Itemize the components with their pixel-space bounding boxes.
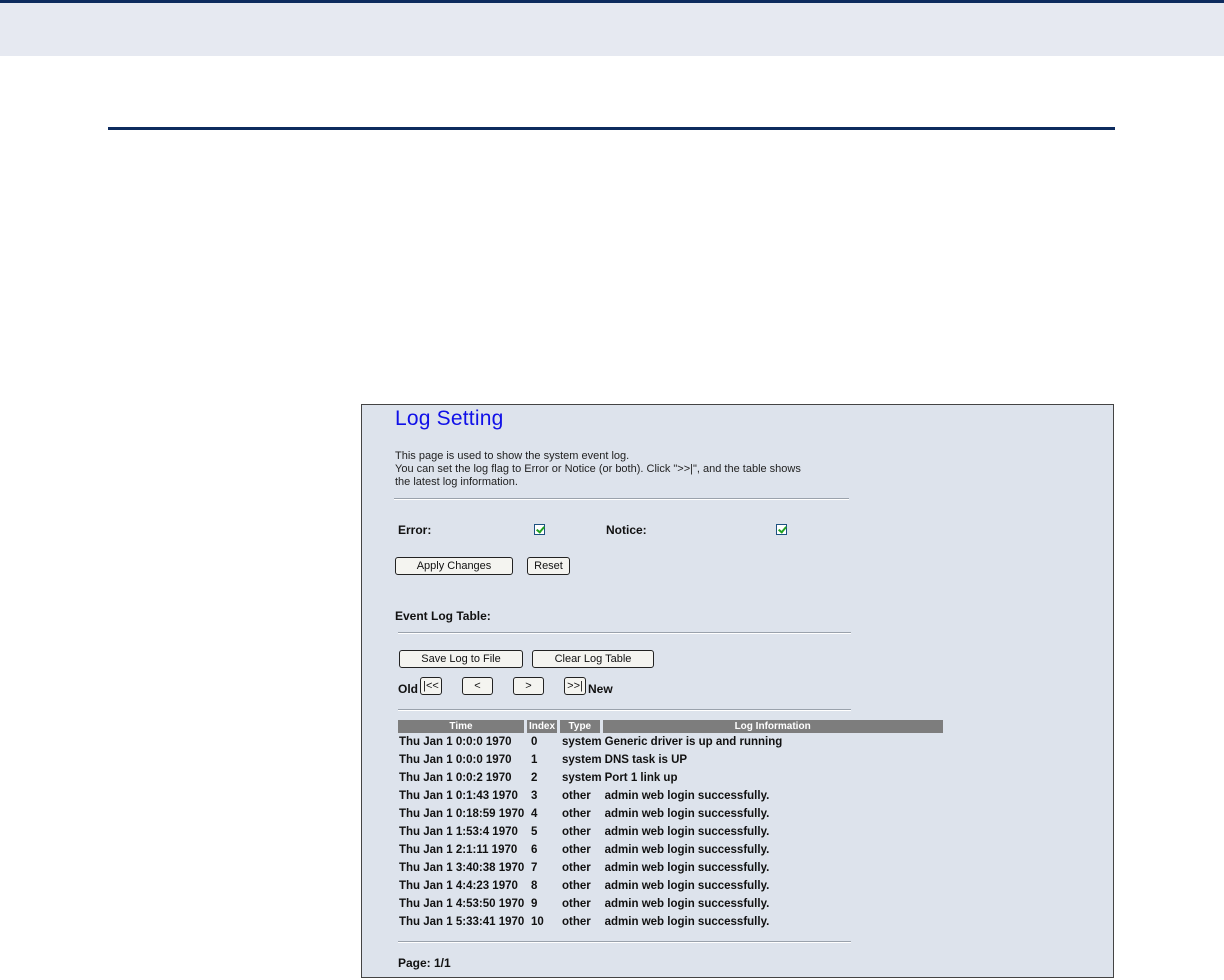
notice-label: Notice: xyxy=(606,523,647,537)
log-type: system xyxy=(562,772,602,784)
log-information: Port 1 link up xyxy=(604,772,678,784)
table-row: Thu Jan 1 2:1:11 1970 6 other admin web log… xyxy=(398,841,943,859)
table-row: Thu Jan 1 4:4:23 1970 8 other admin web log… xyxy=(398,877,943,895)
log-type: other xyxy=(562,790,591,802)
log-index: 8 xyxy=(531,880,538,892)
notice-checkbox[interactable] xyxy=(776,524,787,535)
page-indicator: Page: 1/1 xyxy=(398,956,451,970)
log-index: 9 xyxy=(531,898,538,910)
log-information: admin web login successfully. xyxy=(604,844,770,856)
log-type: other xyxy=(562,826,591,838)
table-row: Thu Jan 1 0:1:43 1970 3 other admin web log… xyxy=(398,787,943,805)
next-page-button[interactable]: > xyxy=(513,677,544,695)
document-divider xyxy=(108,127,1115,130)
log-time: Thu Jan 1 4:53:50 1970 xyxy=(399,898,525,910)
log-index: 4 xyxy=(531,808,538,820)
log-time: Thu Jan 1 2:1:11 1970 xyxy=(399,844,518,856)
log-time: Thu Jan 1 0:1:43 1970 xyxy=(399,790,518,802)
error-checkbox[interactable] xyxy=(534,524,545,535)
log-type: other xyxy=(562,916,591,928)
log-information: admin web login successfully. xyxy=(604,898,770,910)
previous-page-button[interactable]: < xyxy=(462,677,493,695)
log-type: other xyxy=(562,898,591,910)
column-header-log-information: Log Information xyxy=(602,720,943,733)
log-time: Thu Jan 1 3:40:38 1970 xyxy=(399,862,525,874)
table-row: Thu Jan 1 3:40:38 1970 7 other admin web lo… xyxy=(398,859,943,877)
first-page-button[interactable]: |<< xyxy=(420,677,442,695)
log-index: 6 xyxy=(531,844,538,856)
log-information: Generic driver is up and running xyxy=(604,736,783,748)
description-line: This page is used to show the system eve… xyxy=(395,450,630,462)
column-header-type: Type xyxy=(560,720,603,733)
log-information: admin web login successfully. xyxy=(604,880,770,892)
description-line: You can set the log flag to Error or Not… xyxy=(395,463,801,475)
log-time: Thu Jan 1 0:0:2 1970 xyxy=(399,772,512,784)
event-log-heading: Event Log Table: xyxy=(395,609,491,623)
log-type: other xyxy=(562,862,591,874)
log-index: 1 xyxy=(531,754,538,766)
log-time: Thu Jan 1 0:18:59 1970 xyxy=(399,808,525,820)
table-row: Thu Jan 1 0:0:0 1970 1 system DNS task is U… xyxy=(398,751,943,769)
table-header-row: Time Index Type Log Information xyxy=(398,720,943,733)
page-title: Log Setting xyxy=(395,407,504,430)
old-label: Old xyxy=(398,682,418,696)
table-row: Thu Jan 1 5:33:41 1970 10 other admin web l… xyxy=(398,913,943,931)
log-index: 7 xyxy=(531,862,538,874)
log-time: Thu Jan 1 0:0:0 1970 xyxy=(399,754,512,766)
divider xyxy=(394,498,849,500)
apply-changes-button[interactable]: Apply Changes xyxy=(395,557,513,575)
table-row: Thu Jan 1 4:53:50 1970 9 other admin web lo… xyxy=(398,895,943,913)
table-row: Thu Jan 1 0:18:59 1970 4 other admin web lo… xyxy=(398,805,943,823)
divider xyxy=(398,941,851,943)
log-type: other xyxy=(562,844,591,856)
new-label: New xyxy=(588,682,613,696)
log-time: Thu Jan 1 4:4:23 1970 xyxy=(399,880,518,892)
log-information: admin web login successfully. xyxy=(604,862,770,874)
log-setting-panel: Log Setting This page is used to show th… xyxy=(361,404,1114,978)
table-row: Thu Jan 1 0:0:0 1970 0 system Generic drive… xyxy=(398,733,943,751)
error-label: Error: xyxy=(398,523,432,537)
log-type: other xyxy=(562,880,591,892)
save-log-button[interactable]: Save Log to File xyxy=(399,650,523,668)
log-index: 2 xyxy=(531,772,538,784)
document-header-bar xyxy=(0,0,1224,56)
log-index: 3 xyxy=(531,790,538,802)
log-time: Thu Jan 1 0:0:0 1970 xyxy=(399,736,512,748)
log-time: Thu Jan 1 1:53:4 1970 xyxy=(399,826,518,838)
log-time: Thu Jan 1 5:33:41 1970 xyxy=(399,916,525,928)
log-information: DNS task is UP xyxy=(604,754,688,766)
log-information: admin web login successfully. xyxy=(604,916,770,928)
column-header-index: Index xyxy=(527,720,560,733)
log-information: admin web login successfully. xyxy=(604,790,770,802)
log-index: 10 xyxy=(531,916,544,928)
log-type: other xyxy=(562,808,591,820)
log-information: admin web login successfully. xyxy=(604,826,770,838)
log-information: admin web login successfully. xyxy=(604,808,770,820)
log-index: 5 xyxy=(531,826,538,838)
log-type: system xyxy=(562,736,602,748)
clear-log-button[interactable]: Clear Log Table xyxy=(532,650,654,668)
log-type: system xyxy=(562,754,602,766)
description-line: the latest log information. xyxy=(395,476,518,488)
column-header-time: Time xyxy=(398,720,527,733)
last-page-button[interactable]: >>| xyxy=(564,677,586,695)
table-row: Thu Jan 1 0:0:2 1970 2 system Port 1 link u… xyxy=(398,769,943,787)
divider xyxy=(398,709,851,711)
reset-button[interactable]: Reset xyxy=(527,557,570,575)
divider xyxy=(398,632,851,634)
page-description: This page is used to show the system eve… xyxy=(395,450,865,489)
event-log-table: Time Index Type Log Information Thu Jan … xyxy=(398,720,943,931)
table-row: Thu Jan 1 1:53:4 1970 5 other admin web log… xyxy=(398,823,943,841)
log-index: 0 xyxy=(531,736,538,748)
